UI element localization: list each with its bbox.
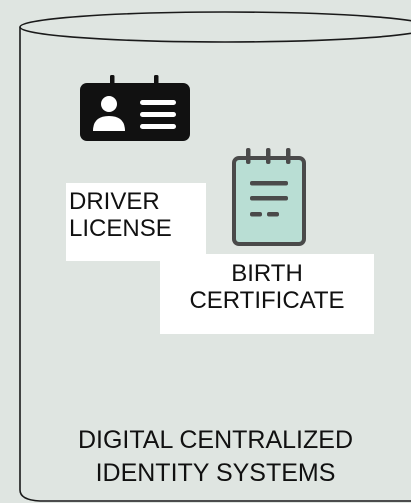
birth-certificate-label: BIRTH CERTIFICATE xyxy=(160,254,374,334)
driver-license-line-2: LICENSE xyxy=(69,215,172,242)
system-label: DIGITAL CENTRALIZED IDENTITY SYSTEMS xyxy=(20,424,411,490)
system-label-line-1: DIGITAL CENTRALIZED xyxy=(77,426,354,454)
driver-license-label: DRIVER LICENSE xyxy=(66,183,206,261)
birth-certificate-line-2: CERTIFICATE xyxy=(189,287,345,314)
driver-license-line-1: DRIVER xyxy=(69,188,160,215)
cylinder-top-ellipse xyxy=(19,11,411,43)
id-card-icon xyxy=(80,75,190,141)
system-label-line-2: IDENTITY SYSTEMS xyxy=(95,459,336,487)
notepad-icon xyxy=(232,148,306,246)
birth-certificate-line-1: BIRTH xyxy=(231,260,303,287)
